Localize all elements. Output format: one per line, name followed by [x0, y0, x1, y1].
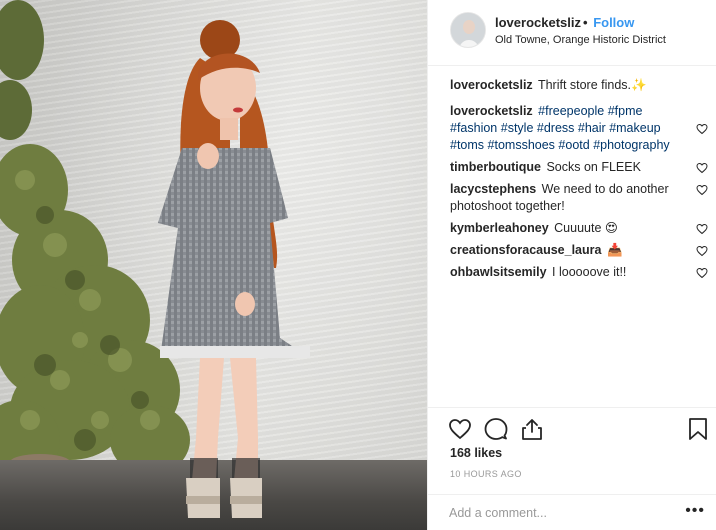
hashtag-link[interactable]: #style — [501, 121, 534, 135]
header-user-line: loverocketsliz • Follow — [495, 15, 634, 30]
hashtag-link[interactable]: #photography — [593, 138, 669, 152]
model-figure — [158, 20, 310, 518]
small-heart-icon[interactable] — [696, 223, 708, 235]
hashtag-link[interactable]: #tomsshoes — [488, 138, 555, 152]
comment-list: loverocketsliz Thrift store finds.✨ love… — [450, 77, 712, 286]
small-heart-icon[interactable] — [696, 162, 708, 174]
add-comment-bar: ••• — [428, 494, 716, 530]
speech-bubble-icon[interactable] — [484, 417, 508, 441]
small-heart-icon[interactable] — [696, 184, 708, 196]
post-sidebar: loverocketsliz • Follow Old Towne, Orange… — [427, 0, 716, 530]
caption-username[interactable]: loverocketsliz — [450, 78, 533, 92]
list-item: creationsforacause_laura 📥 — [450, 242, 712, 259]
small-heart-icon[interactable] — [696, 267, 708, 279]
hashtag-link[interactable]: #hair — [578, 121, 606, 135]
hashtag-link[interactable]: #dress — [537, 121, 575, 135]
comment-username[interactable]: timberboutique — [450, 160, 541, 174]
header-separator: • — [583, 15, 588, 30]
hashtag-link[interactable]: #toms — [450, 138, 484, 152]
list-item: kymberleahoney Cuuuute 😍 — [450, 220, 712, 237]
instagram-post: loverocketsliz • Follow Old Towne, Orange… — [0, 0, 716, 530]
location-link[interactable]: Old Towne, Orange Historic District — [495, 34, 666, 46]
share-icon[interactable] — [520, 417, 544, 441]
bookmark-icon[interactable] — [686, 417, 710, 441]
follow-button[interactable]: Follow — [593, 15, 634, 30]
post-photo[interactable] — [0, 0, 427, 530]
comment-username[interactable]: kymberleahoney — [450, 221, 549, 235]
list-item: timberboutique Socks on FLEEK — [450, 159, 712, 176]
more-options-button[interactable]: ••• — [685, 503, 705, 519]
comment-text: 📥 — [606, 243, 623, 257]
post-timestamp[interactable]: 10 HOURS AGO — [450, 469, 522, 479]
comment-username[interactable]: lacycstephens — [450, 182, 536, 196]
comment-text: I looooove it!! — [552, 265, 627, 279]
avatar[interactable] — [450, 12, 486, 48]
list-item: lacycstephens We need to do another phot… — [450, 181, 712, 215]
avatar-image — [451, 13, 485, 47]
hashtag-link[interactable]: #freepeople — [538, 104, 604, 118]
hashtag-link[interactable]: #fashion — [450, 121, 497, 135]
hashtag-link[interactable]: #makeup — [609, 121, 660, 135]
comment-input[interactable] — [449, 504, 679, 522]
caption-text: Thrift store finds. — [537, 78, 632, 92]
header-username[interactable]: loverocketsliz — [495, 15, 581, 30]
likes-count[interactable]: 168 likes — [450, 446, 502, 460]
comment-text: Socks on FLEEK — [546, 160, 641, 174]
post-header: loverocketsliz • Follow Old Towne, Orange… — [428, 0, 716, 66]
comment-username[interactable]: creationsforacause_laura — [450, 243, 601, 257]
caption: loverocketsliz Thrift store finds.✨ — [450, 77, 712, 94]
list-item: loverocketsliz #freepeople #fpme #fashio… — [450, 103, 712, 154]
heart-icon[interactable] — [448, 417, 472, 441]
comment-username[interactable]: ohbawlsitsemily — [450, 265, 547, 279]
hashtag-link[interactable]: #fpme — [608, 104, 643, 118]
small-heart-icon[interactable] — [696, 123, 708, 135]
small-heart-icon[interactable] — [696, 245, 708, 257]
comment-text: Cuuuute 😍 — [554, 221, 618, 235]
list-item: ohbawlsitsemily I looooove it!! — [450, 264, 712, 281]
comment-username[interactable]: loverocketsliz — [450, 104, 533, 118]
hashtag-link[interactable]: #ootd — [558, 138, 589, 152]
caption-emoji: ✨ — [631, 78, 647, 92]
